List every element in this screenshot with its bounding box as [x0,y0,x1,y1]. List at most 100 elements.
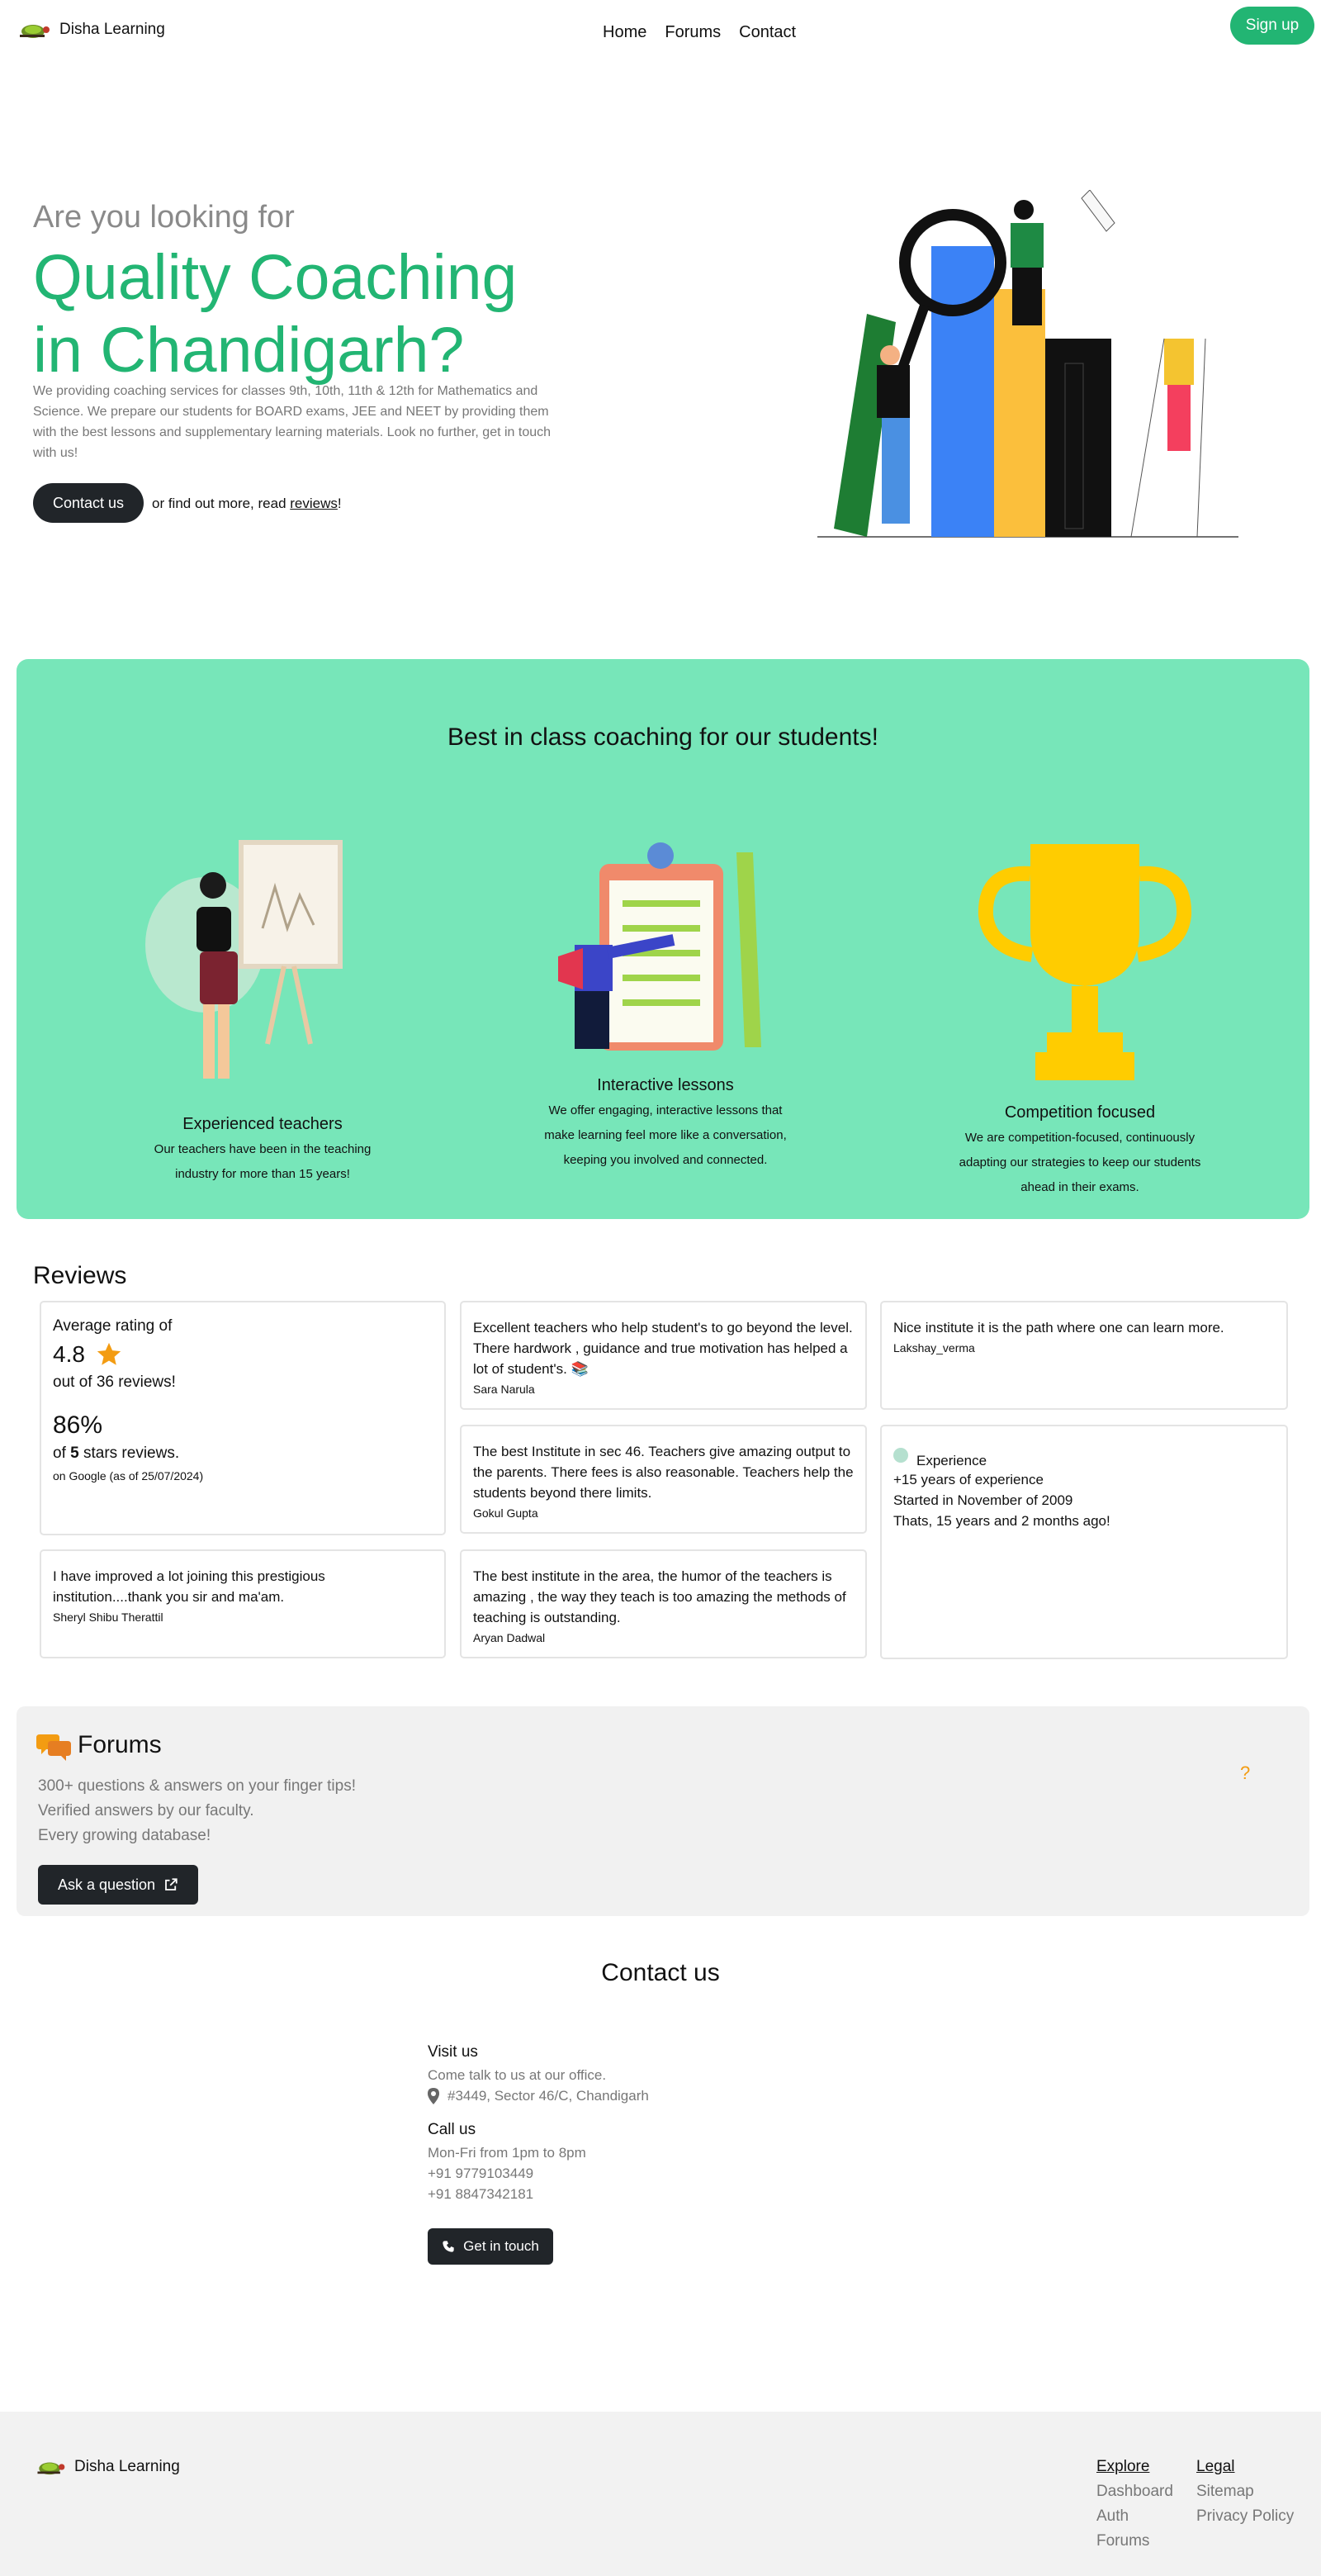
footer-link-sitemap[interactable]: Sitemap [1196,2479,1294,2504]
forums-section: Forums 300+ questions & answers on your … [17,1706,1309,1916]
hero-title-line2: in Chandigarh? [33,315,465,386]
feature-experienced-teachers: Experienced teachers Our teachers have b… [122,1115,403,1187]
nav-contact[interactable]: Contact [739,23,796,42]
feature-desc-line: We are competition-focused, continuously [964,1131,1196,1145]
clipboard-illustration [558,842,761,1051]
reviews-link[interactable]: reviews [290,496,338,511]
feature-desc: Our teachers have been in the teaching i… [122,1137,403,1187]
review-card: The best institute in the area, the humo… [460,1549,867,1658]
external-link-icon [165,1878,178,1890]
review-text: The best Institute in sec 46. Teachers g… [473,1444,854,1501]
feature-desc: We offer engaging, interactive lessons t… [525,1098,806,1173]
feature-desc-line: keeping you involved and connected. [563,1153,768,1167]
rating-stars-suffix: stars reviews. [78,1445,180,1462]
review-author: Aryan Dadwal [473,1631,546,1644]
contact-info: Visit us Come talk to us at our office. … [428,2043,649,2204]
hero-more-text: or find out more, read reviews! [152,496,342,512]
brand-logo[interactable]: Disha Learning [15,18,165,41]
review-card: The best Institute in sec 46. Teachers g… [460,1425,867,1534]
review-text: The best institute in the area, the humo… [473,1568,846,1625]
hero-title: Quality Coaching in Chandigarh? [33,241,611,387]
call-title: Call us [428,2121,476,2138]
phone-1[interactable]: +91 9779103449 [428,2163,649,2184]
rating-percent: 86% [53,1411,103,1439]
forums-line: 300+ questions & answers on your finger … [38,1777,356,1795]
get-in-touch-label: Get in touch [463,2238,539,2254]
experience-label: Experience [916,1453,987,1468]
ask-question-button[interactable]: Ask a question [38,1865,198,1905]
nav-home[interactable]: Home [603,23,646,42]
signup-button[interactable]: Sign up [1230,7,1314,45]
turtle-logo-icon [20,25,50,38]
hero-more-prefix: or find out more, read [152,496,291,511]
footer-explore-title[interactable]: Explore [1096,2455,1173,2479]
turtle-logo-icon [37,2462,65,2475]
hero-title-line1: Quality Coaching [33,242,518,313]
review-author: Sara Narula [473,1383,535,1396]
footer-link-dashboard[interactable]: Dashboard [1096,2479,1173,2504]
reviews-heading: Reviews [33,1262,127,1289]
review-card: I have improved a lot joining this prest… [40,1549,446,1658]
contact-us-button[interactable]: Contact us [33,483,144,523]
hero-illustration [817,190,1238,538]
rating-card: Average rating of 4.8 out of 36 reviews!… [40,1301,446,1535]
rating-source: on Google (as of 25/07/2024) [53,1469,204,1483]
address-row: #3449, Sector 46/C, Chandigarh [428,2085,649,2106]
experience-since: Thats, 15 years and 2 months ago! [893,1513,1110,1529]
rating-of: of [53,1445,71,1462]
teacher-illustration [145,840,343,1079]
nav-forums[interactable]: Forums [665,23,721,42]
review-author: Gokul Gupta [473,1506,538,1520]
feature-title: Experienced teachers [182,1115,343,1133]
feature-desc-line: adapting our strategies to keep our stud… [959,1155,1201,1169]
hero-more-suffix: ! [337,496,342,511]
visit-title: Visit us [428,2043,478,2061]
experience-card: Experience +15 years of experience Start… [880,1425,1288,1659]
hero-pre-title: Are you looking for [33,200,295,235]
ask-question-label: Ask a question [57,1876,156,1893]
address-text: #3449, Sector 46/C, Chandigarh [447,2088,649,2104]
footer-brand-name: Disha Learning [74,2458,180,2475]
experience-started: Started in November of 2009 [893,1492,1073,1508]
chat-bubbles-icon [36,1734,71,1761]
trophy-icon [978,844,1192,1080]
feature-desc: We are competition-focused, continuously… [940,1126,1220,1200]
footer-explore: Explore Dashboard Auth Forums [1096,2455,1173,2554]
forums-line: Every growing database! [38,1827,211,1844]
rating-value: 4.8 [53,1341,85,1367]
footer-brand[interactable]: Disha Learning [33,2456,180,2478]
brand-name: Disha Learning [59,21,165,38]
feature-desc-line: Our teachers have been in the teaching [154,1142,372,1156]
rating-label: Average rating of [53,1317,173,1335]
features-section: Best in class coaching for our students!… [17,659,1309,1219]
footer-link-privacy[interactable]: Privacy Policy [1196,2504,1294,2529]
nav-links: Home Forums Contact [603,23,796,42]
footer-link-forums[interactable]: Forums [1096,2529,1173,2554]
feature-desc-line: make learning feel more like a conversat… [544,1128,787,1142]
feature-interactive-lessons: Interactive lessons We offer engaging, i… [525,1076,806,1173]
footer-legal: Legal Sitemap Privacy Policy [1196,2455,1294,2529]
star-icon [97,1342,121,1365]
phone-2[interactable]: +91 8847342181 [428,2184,649,2204]
call-hours: Mon-Fri from 1pm to 8pm [428,2145,586,2161]
review-text: I have improved a lot joining this prest… [53,1568,325,1605]
rating-stars-text: of 5 stars reviews. [53,1445,433,1463]
contact-heading: Contact us [601,1959,720,1986]
map-pin-icon [428,2087,439,2104]
feature-competition-focused: Competition focused We are competition-f… [940,1103,1220,1200]
feature-title: Interactive lessons [597,1076,734,1094]
review-text: Nice institute it is the path where one … [893,1320,1224,1335]
footer-link-auth[interactable]: Auth [1096,2504,1173,2529]
rating-count: out of 36 reviews! [53,1373,176,1391]
hero-description: We providing coaching services for class… [33,384,552,460]
footer-legal-title[interactable]: Legal [1196,2455,1294,2479]
rating-five: 5 [70,1445,79,1462]
feature-title: Competition focused [1004,1103,1156,1122]
forums-line: Verified answers by our faculty. [38,1802,254,1819]
review-card: Excellent teachers who help student's to… [460,1301,867,1410]
visit-subtitle: Come talk to us at our office. [428,2067,607,2083]
forums-title: Forums [78,1731,162,1758]
get-in-touch-button[interactable]: Get in touch [428,2228,553,2265]
review-author: Sheryl Shibu Therattil [53,1611,163,1624]
review-text: Excellent teachers who help student's to… [473,1320,853,1377]
